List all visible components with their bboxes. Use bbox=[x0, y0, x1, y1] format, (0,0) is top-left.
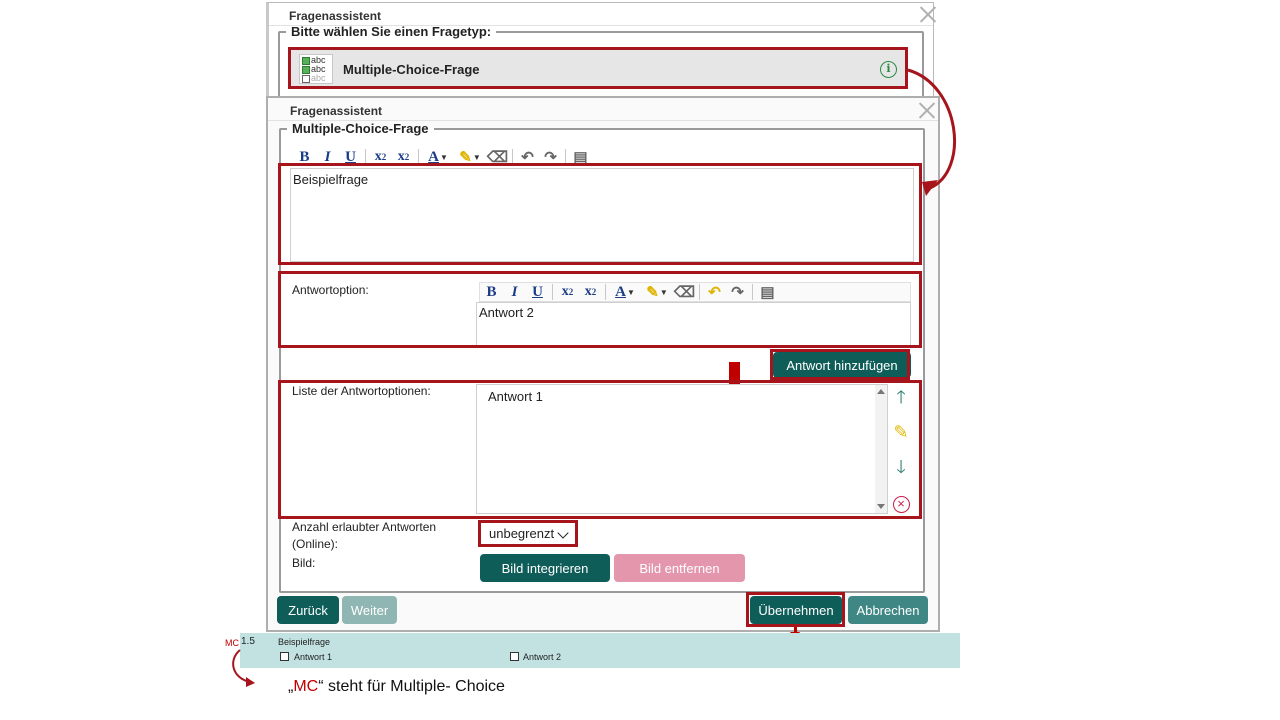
answer-list-highlight bbox=[278, 380, 922, 519]
next-button[interactable]: Weiter bbox=[342, 596, 397, 624]
allowed-answers-value: unbegrenzt bbox=[489, 526, 555, 541]
main-dialog-title: Fragenassistent bbox=[290, 104, 383, 118]
preview-answer-1: Antwort 1 bbox=[294, 652, 333, 662]
apply-button-highlight bbox=[746, 592, 845, 627]
preview-answer-2: Antwort 2 bbox=[523, 652, 562, 662]
annotation-curved-arrow-icon bbox=[907, 68, 957, 196]
question-preview: 1.5 Beispielfrage Antwort 1 Antwort 2 bbox=[240, 633, 960, 668]
allowed-answers-select[interactable]: unbegrenzt bbox=[478, 520, 578, 547]
multiple-choice-type-icon: abc abc abc bbox=[299, 54, 333, 84]
allowed-answers-label-line1: Anzahl erlaubter Antworten bbox=[292, 520, 437, 534]
insert-image-button[interactable]: Bild integrieren bbox=[480, 554, 610, 582]
preview-question: Beispielfrage bbox=[278, 637, 331, 647]
answer-option-highlight bbox=[278, 271, 922, 348]
cancel-button[interactable]: Abbrechen bbox=[848, 596, 928, 624]
info-icon[interactable]: i bbox=[880, 61, 897, 78]
multiple-choice-legend: Multiple-Choice-Frage bbox=[292, 121, 429, 136]
annotation-curved-arrow-icon bbox=[232, 649, 255, 687]
question-editor-highlight bbox=[278, 163, 922, 265]
back-button[interactable]: Zurück bbox=[277, 596, 339, 624]
preview-checkbox-1 bbox=[280, 652, 289, 661]
question-type-legend: Bitte wählen Sie einen Fragetyp: bbox=[291, 24, 492, 39]
preview-checkbox-2 bbox=[510, 652, 519, 661]
remove-image-button[interactable]: Bild entfernen bbox=[614, 554, 745, 582]
allowed-answers-label-line2: (Online): bbox=[292, 537, 339, 551]
close-icon[interactable] bbox=[919, 5, 937, 23]
add-answer-highlight bbox=[770, 349, 910, 380]
question-type-label: Multiple-Choice-Frage bbox=[343, 62, 480, 77]
image-label: Bild: bbox=[292, 556, 316, 570]
background-dialog-title: Fragenassistent bbox=[289, 9, 382, 23]
chevron-down-icon bbox=[557, 527, 569, 539]
caption: „MC“ steht für Multiple- Choice bbox=[288, 678, 505, 695]
question-type-option-multiple-choice[interactable]: abc abc abc Multiple-Choice-Frage i bbox=[288, 47, 908, 89]
